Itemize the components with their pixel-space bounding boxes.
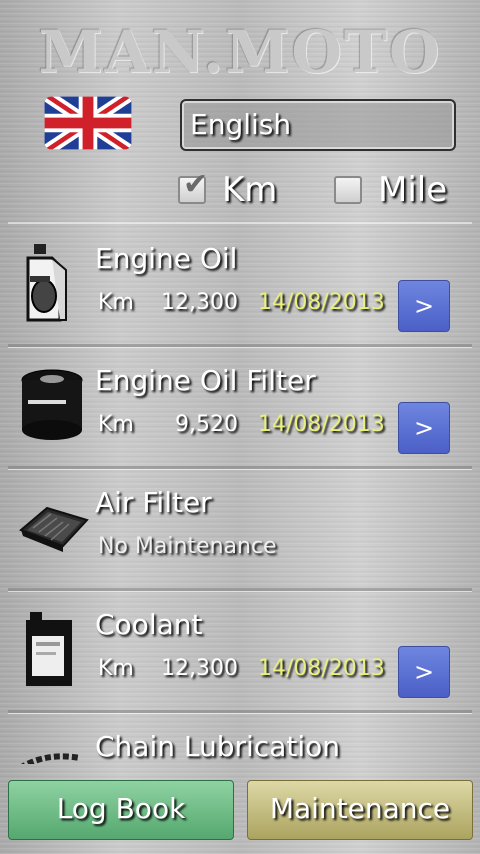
maintenance-button[interactable]: Maintenance	[247, 780, 473, 840]
log-book-button[interactable]: Log Book	[8, 780, 234, 840]
item-title: Air Filter	[95, 486, 212, 519]
unit-km-label: Km	[222, 170, 278, 210]
item-date: 14/08/2013	[258, 656, 385, 681]
item-km-value: 12,300	[161, 656, 238, 681]
checkmark-icon: ✔	[183, 167, 209, 202]
list-item-air-filter[interactable]: Air Filter No Maintenance	[8, 470, 472, 591]
item-unit: Km	[98, 412, 134, 437]
item-km-value: 9,520	[175, 412, 238, 437]
air-filter-icon	[19, 506, 89, 552]
unit-mile-option[interactable]: Mile	[334, 170, 447, 210]
unit-km-option[interactable]: ✔ Km	[178, 170, 277, 210]
item-title: Chain Lubrication	[95, 730, 340, 763]
km-checkbox[interactable]: ✔	[178, 170, 208, 204]
coolant-detail-button[interactable]: >	[398, 646, 450, 698]
oil-bottle-icon	[26, 244, 67, 322]
maintenance-list[interactable]: Engine Oil Km 12,300 14/08/2013 > Engine…	[8, 222, 472, 764]
item-unit: Km	[98, 290, 134, 315]
item-date: 14/08/2013	[258, 412, 385, 437]
item-title: Coolant	[95, 608, 203, 641]
list-item-engine-oil[interactable]: Engine Oil Km 12,300 14/08/2013 >	[8, 226, 472, 347]
mile-checkbox[interactable]	[334, 176, 362, 204]
item-km-value: 12,300	[161, 290, 238, 315]
app-logo: MAN.MOTO	[38, 18, 442, 86]
item-title: Engine Oil Filter	[95, 364, 316, 397]
engine-oil-detail-button[interactable]: >	[398, 280, 450, 332]
uk-flag-icon[interactable]	[40, 92, 136, 154]
chain-icon	[21, 753, 81, 764]
language-select[interactable]: English	[180, 99, 456, 151]
coolant-can-icon	[26, 612, 72, 686]
item-status: No Maintenance	[98, 534, 277, 559]
list-item-chain-lubrication[interactable]: Chain Lubrication	[8, 714, 472, 764]
list-item-engine-oil-filter[interactable]: Engine Oil Filter Km 9,520 14/08/2013 >	[8, 348, 472, 469]
oil-filter-icon	[21, 369, 83, 440]
item-title: Engine Oil	[95, 242, 238, 275]
engine-oil-filter-detail-button[interactable]: >	[398, 402, 450, 454]
list-item-coolant[interactable]: Coolant Km 12,300 14/08/2013 >	[8, 592, 472, 713]
item-unit: Km	[98, 656, 134, 681]
unit-mile-label: Mile	[378, 170, 448, 210]
item-date: 14/08/2013	[258, 290, 385, 315]
